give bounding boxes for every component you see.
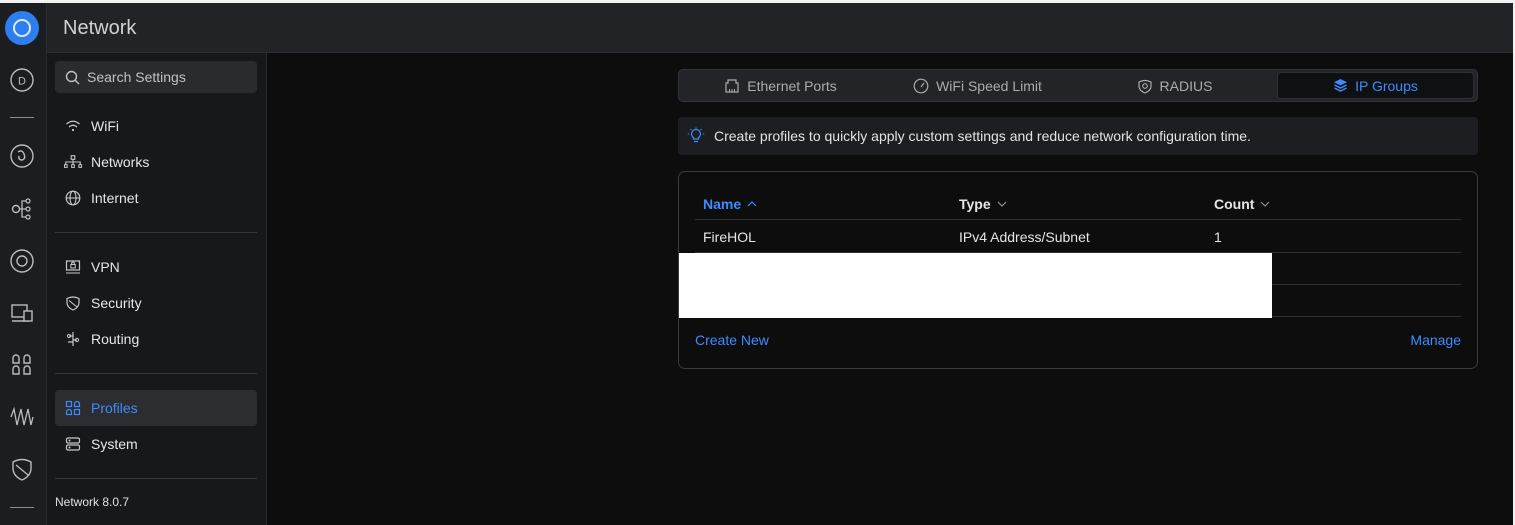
cell-count: 1 — [1214, 229, 1222, 245]
dashboard-icon[interactable]: D — [8, 66, 36, 94]
settings-sidebar: Search Settings WiFi Networks Internet V… — [47, 53, 267, 525]
top-header: Network — [47, 3, 1513, 53]
tab-label: RADIUS — [1159, 77, 1213, 94]
version-label: Network 8.0.7 — [55, 495, 130, 509]
networks-icon — [64, 154, 82, 170]
sidebar-item-label: VPN — [91, 259, 120, 275]
sidebar-item-label: Profiles — [91, 400, 138, 416]
monitor-icon[interactable] — [8, 299, 36, 327]
chevron-up-icon — [747, 201, 757, 207]
layers-icon — [1333, 78, 1348, 93]
app-rail: D — [0, 3, 47, 525]
sidebar-item-label: Routing — [91, 331, 140, 347]
sidebar-item-internet[interactable]: Internet — [55, 180, 257, 216]
column-header-type[interactable]: Type — [959, 196, 1007, 212]
cell-type: IPv4 Address/Subnet — [959, 229, 1090, 245]
rail-divider — [10, 507, 34, 508]
column-header-name[interactable]: Name — [703, 196, 757, 212]
speedometer-icon — [913, 78, 929, 94]
column-label: Type — [959, 196, 991, 212]
shield-icon — [64, 295, 82, 311]
sidebar-item-profiles[interactable]: Profiles — [55, 390, 257, 426]
ethernet-icon — [724, 78, 740, 93]
shield-icon[interactable] — [8, 455, 36, 483]
profiles-icon — [64, 400, 82, 416]
search-placeholder: Search Settings — [87, 69, 186, 85]
chevron-down-icon — [997, 201, 1007, 207]
sidebar-item-label: Networks — [91, 154, 150, 170]
column-label: Name — [703, 196, 742, 212]
tab-ip-groups[interactable]: IP Groups — [1277, 72, 1474, 99]
sidebar-item-system[interactable]: System — [55, 426, 257, 462]
cell-name[interactable]: FireHOL — [703, 229, 756, 245]
system-icon — [64, 436, 82, 452]
rail-divider — [10, 117, 34, 118]
sidebar-divider — [55, 478, 257, 479]
sidebar-item-label: System — [91, 436, 138, 452]
tab-radius[interactable]: RADIUS — [1076, 72, 1273, 99]
app-title: Network — [63, 17, 137, 39]
tab-ethernet-ports[interactable]: Ethernet Ports — [682, 72, 879, 99]
chevron-down-icon — [1260, 201, 1270, 207]
insights-icon[interactable] — [8, 403, 36, 431]
svg-text:D: D — [18, 76, 26, 88]
sidebar-divider — [55, 373, 257, 374]
sidebar-item-security[interactable]: Security — [55, 285, 257, 321]
redacted-rows — [679, 253, 1272, 318]
banner-text: Create profiles to quickly apply custom … — [714, 128, 1251, 144]
sidebar-item-label: WiFi — [91, 118, 119, 134]
tab-label: IP Groups — [1355, 77, 1418, 94]
sidebar-item-label: Internet — [91, 190, 139, 206]
column-label: Count — [1214, 196, 1255, 212]
wifi-icon — [64, 119, 82, 133]
routing-icon — [64, 331, 82, 347]
topology-icon[interactable] — [8, 142, 36, 170]
profile-tabs: Ethernet Ports WiFi Speed Limit RADIUS I… — [678, 69, 1478, 102]
logo-ring-icon — [13, 19, 31, 37]
globe-icon — [64, 190, 82, 206]
create-new-button[interactable]: Create New — [695, 332, 769, 348]
sidebar-item-vpn[interactable]: VPN — [55, 249, 257, 285]
sidebar-divider — [55, 232, 257, 233]
table-divider — [695, 219, 1461, 220]
search-input[interactable]: Search Settings — [55, 61, 257, 93]
lightbulb-icon — [687, 127, 705, 145]
devices-icon[interactable] — [8, 194, 36, 222]
search-icon — [65, 70, 80, 85]
sidebar-item-wifi[interactable]: WiFi — [55, 108, 257, 144]
apps-icon[interactable] — [8, 351, 36, 379]
clients-icon[interactable] — [8, 247, 36, 275]
column-header-count[interactable]: Count — [1214, 196, 1270, 212]
vpn-icon — [64, 259, 82, 275]
radius-icon — [1137, 78, 1153, 94]
sidebar-item-label: Security — [91, 295, 142, 311]
tab-label: WiFi Speed Limit — [936, 77, 1042, 94]
tab-wifi-speed-limit[interactable]: WiFi Speed Limit — [879, 72, 1076, 99]
sidebar-item-routing[interactable]: Routing — [55, 321, 257, 357]
sidebar-item-networks[interactable]: Networks — [55, 144, 257, 180]
ip-groups-card: Name Type Count FireHOL IPv4 Address/Sub… — [678, 171, 1478, 369]
app-logo[interactable] — [5, 11, 39, 45]
manage-button[interactable]: Manage — [1410, 332, 1461, 348]
tab-label: Ethernet Ports — [747, 77, 837, 94]
info-banner: Create profiles to quickly apply custom … — [678, 117, 1478, 155]
